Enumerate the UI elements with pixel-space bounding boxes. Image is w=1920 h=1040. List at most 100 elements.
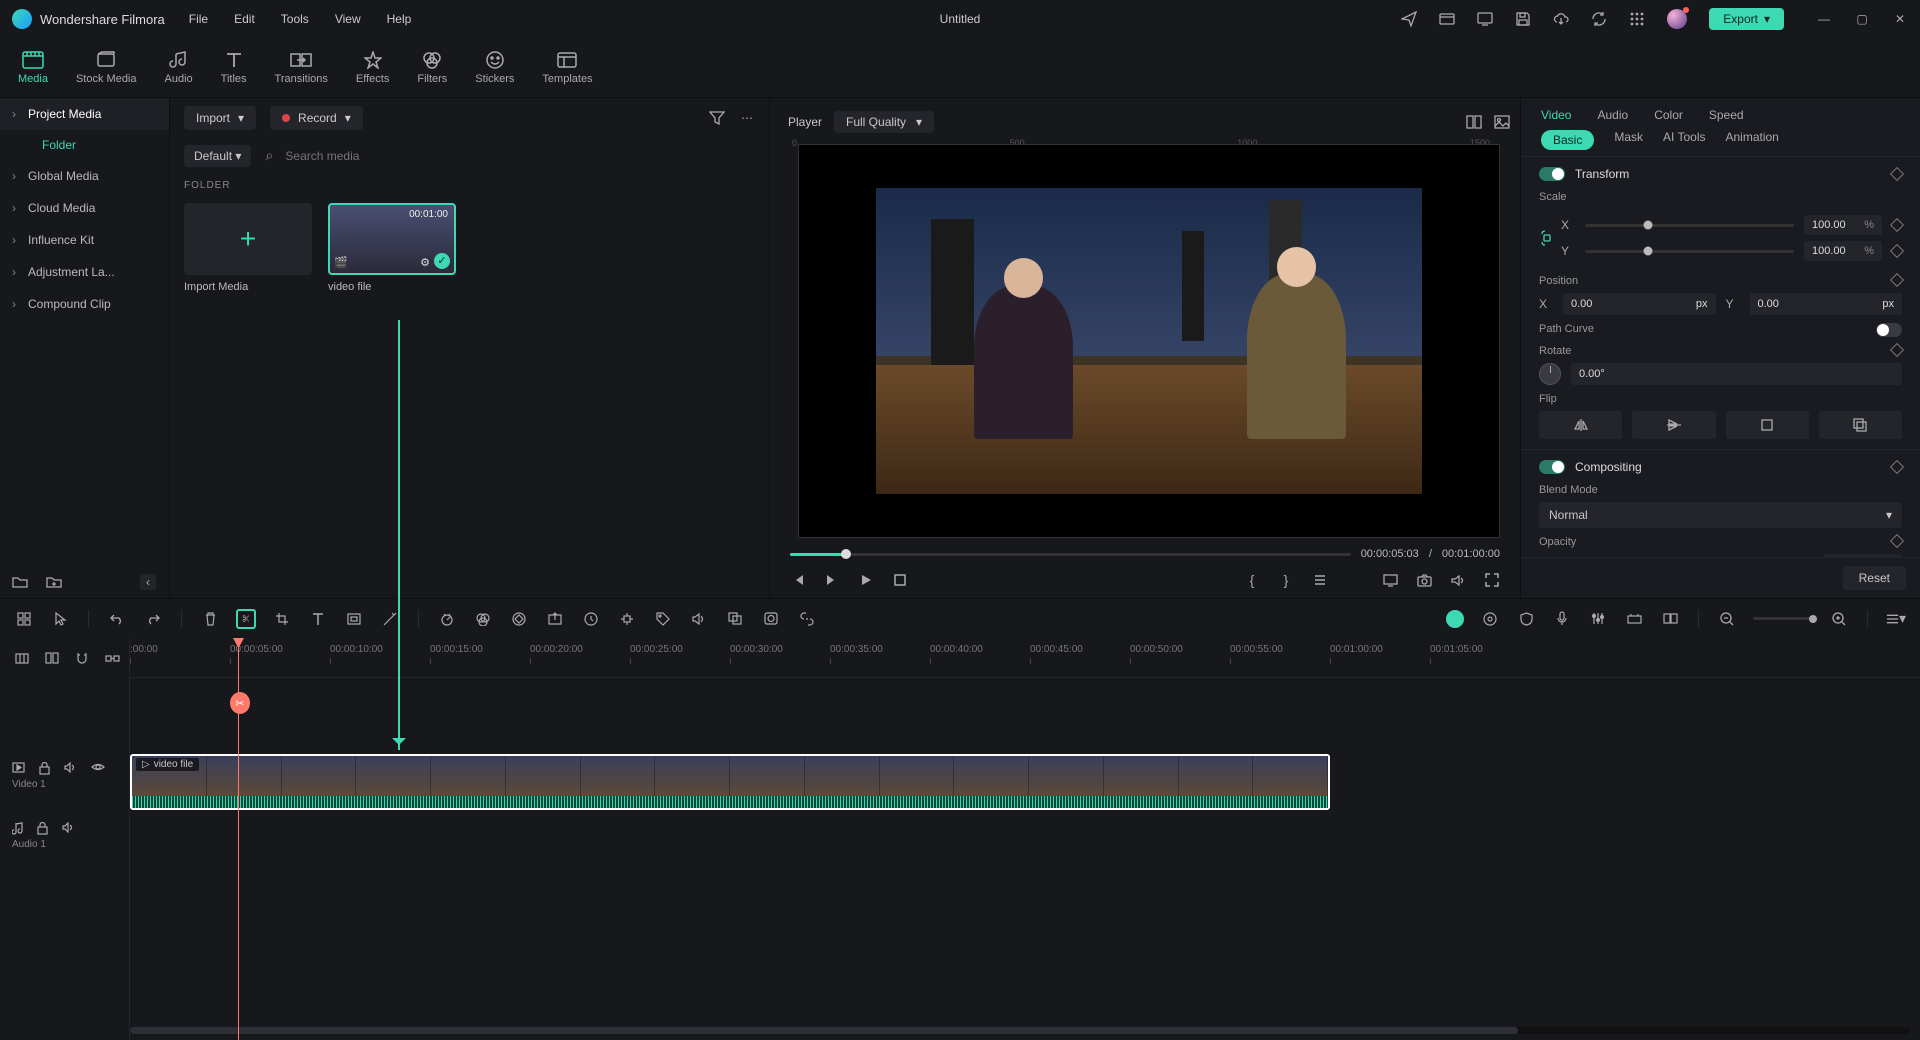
scale-x-slider[interactable] bbox=[1585, 224, 1794, 227]
save-icon[interactable] bbox=[1515, 11, 1531, 27]
subtab-animation[interactable]: Animation bbox=[1725, 130, 1778, 150]
target-icon[interactable] bbox=[1480, 609, 1500, 629]
timeline-ruler[interactable]: :00:0000:00:05:0000:00:10:0000:00:15:000… bbox=[130, 638, 1920, 678]
menu-edit[interactable]: Edit bbox=[234, 12, 255, 26]
rotate-input[interactable]: 0.00° bbox=[1571, 363, 1902, 385]
cursor-icon[interactable] bbox=[50, 609, 70, 629]
mask-tool-icon[interactable] bbox=[761, 609, 781, 629]
nav-filters[interactable]: Filters bbox=[417, 51, 447, 85]
menu-view[interactable]: View bbox=[335, 12, 361, 26]
tab-speed[interactable]: Speed bbox=[1709, 108, 1744, 122]
keyframe-icon[interactable] bbox=[1890, 460, 1904, 474]
unlink-icon[interactable] bbox=[797, 609, 817, 629]
record-button[interactable]: Record▾ bbox=[270, 106, 363, 130]
subtab-basic[interactable]: Basic bbox=[1541, 130, 1594, 150]
nav-transitions[interactable]: Transitions bbox=[275, 51, 328, 85]
view-list-icon[interactable]: ▾ bbox=[1886, 609, 1906, 629]
play-icon[interactable] bbox=[858, 572, 874, 588]
volume-icon[interactable] bbox=[1450, 572, 1466, 588]
scale-y-value[interactable]: 100.00% bbox=[1804, 241, 1882, 261]
keyframe-icon[interactable] bbox=[1890, 343, 1904, 357]
shield-icon[interactable] bbox=[1516, 609, 1536, 629]
compare-icon[interactable] bbox=[1466, 114, 1482, 130]
import-button[interactable]: Import▾ bbox=[184, 106, 256, 130]
nav-templates[interactable]: Templates bbox=[542, 51, 592, 85]
flip-v-button[interactable] bbox=[1632, 411, 1715, 439]
sidebar-adjustment-layer[interactable]: Adjustment La... bbox=[0, 256, 169, 288]
color-icon[interactable] bbox=[473, 609, 493, 629]
nav-media[interactable]: Media bbox=[18, 51, 48, 85]
maximize-icon[interactable]: ▢ bbox=[1854, 11, 1870, 27]
menu-help[interactable]: Help bbox=[387, 12, 412, 26]
mixer-icon[interactable] bbox=[1588, 609, 1608, 629]
brace-close-icon[interactable]: } bbox=[1278, 572, 1294, 588]
mic-icon[interactable] bbox=[1552, 609, 1572, 629]
tab-color[interactable]: Color bbox=[1654, 108, 1683, 122]
rotate-knob[interactable] bbox=[1539, 363, 1561, 385]
magic-icon[interactable] bbox=[380, 609, 400, 629]
send-icon[interactable] bbox=[1401, 11, 1417, 27]
speed-icon[interactable] bbox=[437, 609, 457, 629]
keyframe-tool-icon[interactable] bbox=[509, 609, 529, 629]
tag-icon[interactable] bbox=[653, 609, 673, 629]
sidebar-compound-clip[interactable]: Compound Clip bbox=[0, 288, 169, 320]
nav-titles[interactable]: Titles bbox=[221, 51, 247, 85]
camera-icon[interactable] bbox=[1416, 572, 1432, 588]
new-folder-icon[interactable] bbox=[46, 574, 62, 590]
pos-x-input[interactable]: 0.00px bbox=[1563, 293, 1716, 315]
apps-icon[interactable] bbox=[1629, 11, 1645, 27]
stop-icon[interactable] bbox=[892, 572, 908, 588]
filter-icon[interactable] bbox=[709, 110, 725, 126]
path-curve-toggle[interactable] bbox=[1876, 323, 1902, 337]
group-icon[interactable] bbox=[725, 609, 745, 629]
tl-snap-icon[interactable] bbox=[14, 650, 30, 666]
minimize-icon[interactable]: — bbox=[1816, 11, 1832, 27]
refresh-icon[interactable] bbox=[1591, 11, 1607, 27]
tl-link-icon[interactable] bbox=[44, 650, 60, 666]
user-avatar[interactable] bbox=[1667, 9, 1687, 29]
prev-frame-icon[interactable] bbox=[790, 572, 806, 588]
flip-h-button[interactable] bbox=[1539, 411, 1622, 439]
tab-audio[interactable]: Audio bbox=[1597, 108, 1628, 122]
audio-tool-icon[interactable] bbox=[689, 609, 709, 629]
lock-aspect-icon[interactable] bbox=[1539, 230, 1555, 246]
video-preview[interactable] bbox=[798, 144, 1500, 538]
tl-ripple-icon[interactable] bbox=[104, 650, 120, 666]
lock-icon[interactable] bbox=[37, 822, 48, 835]
timeline-body[interactable]: :00:0000:00:05:0000:00:10:0000:00:15:000… bbox=[130, 638, 1920, 1040]
track-header-audio[interactable]: Audio 1 bbox=[0, 816, 129, 876]
scale-x-value[interactable]: 100.00% bbox=[1804, 215, 1882, 235]
tab-video[interactable]: Video bbox=[1541, 108, 1571, 122]
track-motion-icon[interactable] bbox=[617, 609, 637, 629]
subtab-ai[interactable]: AI Tools bbox=[1663, 130, 1705, 150]
subtab-mask[interactable]: Mask bbox=[1614, 130, 1643, 150]
reset-button[interactable]: Reset bbox=[1843, 566, 1906, 590]
keyframe-icon[interactable] bbox=[1890, 244, 1904, 258]
nav-effects[interactable]: Effects bbox=[356, 51, 389, 85]
zoom-out-icon[interactable] bbox=[1717, 609, 1737, 629]
next-frame-icon[interactable] bbox=[824, 572, 840, 588]
grid-icon[interactable] bbox=[14, 609, 34, 629]
copy-button[interactable] bbox=[1819, 411, 1902, 439]
nav-stickers[interactable]: Stickers bbox=[475, 51, 514, 85]
brace-open-icon[interactable]: { bbox=[1244, 572, 1260, 588]
collapse-sidebar-icon[interactable]: ‹ bbox=[140, 574, 156, 590]
seek-bar[interactable] bbox=[790, 553, 1351, 556]
timeline-scrollbar[interactable] bbox=[130, 1027, 1910, 1034]
green-marker-icon[interactable] bbox=[1446, 610, 1464, 628]
sidebar-cloud-media[interactable]: Cloud Media bbox=[0, 192, 169, 224]
sidebar-global-media[interactable]: Global Media bbox=[0, 160, 169, 192]
snapshot-image-icon[interactable] bbox=[1494, 114, 1510, 130]
export-button[interactable]: Export▾ bbox=[1709, 8, 1784, 30]
fullscreen-icon[interactable] bbox=[1484, 572, 1500, 588]
nav-stock[interactable]: Stock Media bbox=[76, 51, 137, 85]
redo-icon[interactable] bbox=[143, 609, 163, 629]
frame-icon[interactable] bbox=[344, 609, 364, 629]
crop-icon[interactable] bbox=[272, 609, 292, 629]
display-icon[interactable] bbox=[1382, 572, 1398, 588]
list-icon[interactable] bbox=[1312, 572, 1328, 588]
media-clip-card[interactable]: 00:01:00 🎬 ⚙ ✓ video file bbox=[328, 203, 456, 293]
quality-select[interactable]: Full Quality▾ bbox=[834, 111, 934, 133]
close-icon[interactable]: ✕ bbox=[1892, 11, 1908, 27]
nav-audio[interactable]: Audio bbox=[165, 51, 193, 85]
